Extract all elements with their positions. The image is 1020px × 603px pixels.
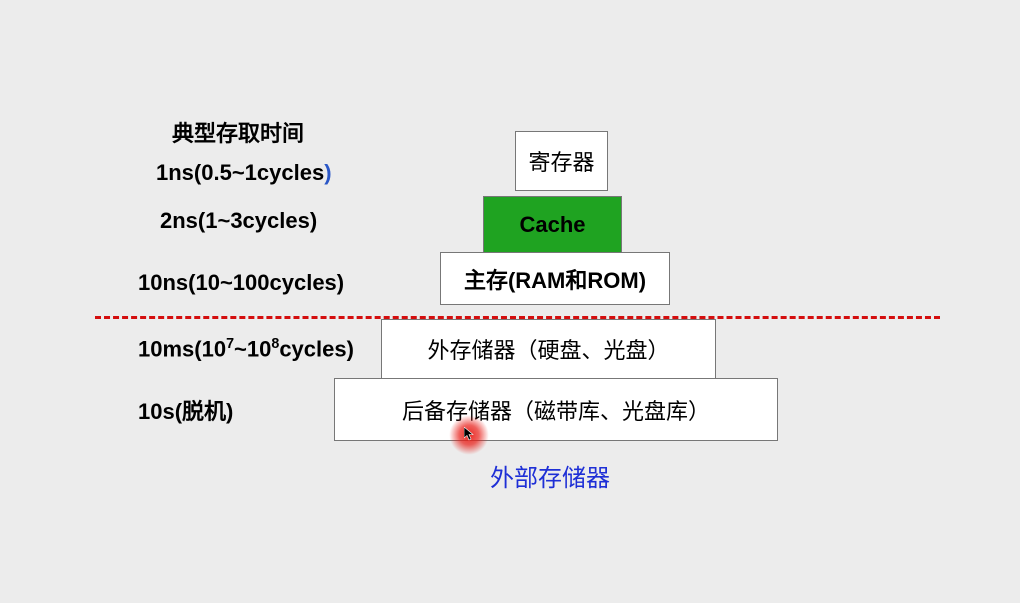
- time-label-1ns-paren: ): [324, 160, 331, 185]
- t4-pre: 10ms(10: [138, 336, 226, 361]
- time-label-1ns-text: 1ns(0.5~1cycles: [156, 160, 324, 185]
- diagram-canvas: 典型存取时间 1ns(0.5~1cycles) 2ns(1~3cycles) 1…: [0, 0, 1020, 603]
- box-register: 寄存器: [515, 131, 608, 191]
- time-label-10ms: 10ms(107~108cycles): [138, 336, 354, 362]
- box-cache: Cache: [483, 196, 622, 253]
- box-main-memory: 主存(RAM和ROM): [440, 252, 670, 305]
- diagram-title: 典型存取时间: [172, 116, 304, 148]
- time-label-1ns: 1ns(0.5~1cycles): [156, 160, 332, 186]
- time-label-10s: 10s(脱机): [138, 394, 233, 426]
- t4-mid: ~10: [234, 336, 271, 361]
- time-label-2ns: 2ns(1~3cycles): [160, 208, 317, 234]
- t4-sup1: 7: [226, 336, 234, 352]
- box-backup-storage: 后备存储器（磁带库、光盘库）: [334, 378, 778, 441]
- box-external-storage: 外存储器（硬盘、光盘）: [381, 319, 716, 379]
- footer-external-label: 外部存储器: [490, 458, 610, 493]
- time-label-10ns: 10ns(10~100cycles): [138, 270, 344, 296]
- t4-suf: cycles): [279, 336, 354, 361]
